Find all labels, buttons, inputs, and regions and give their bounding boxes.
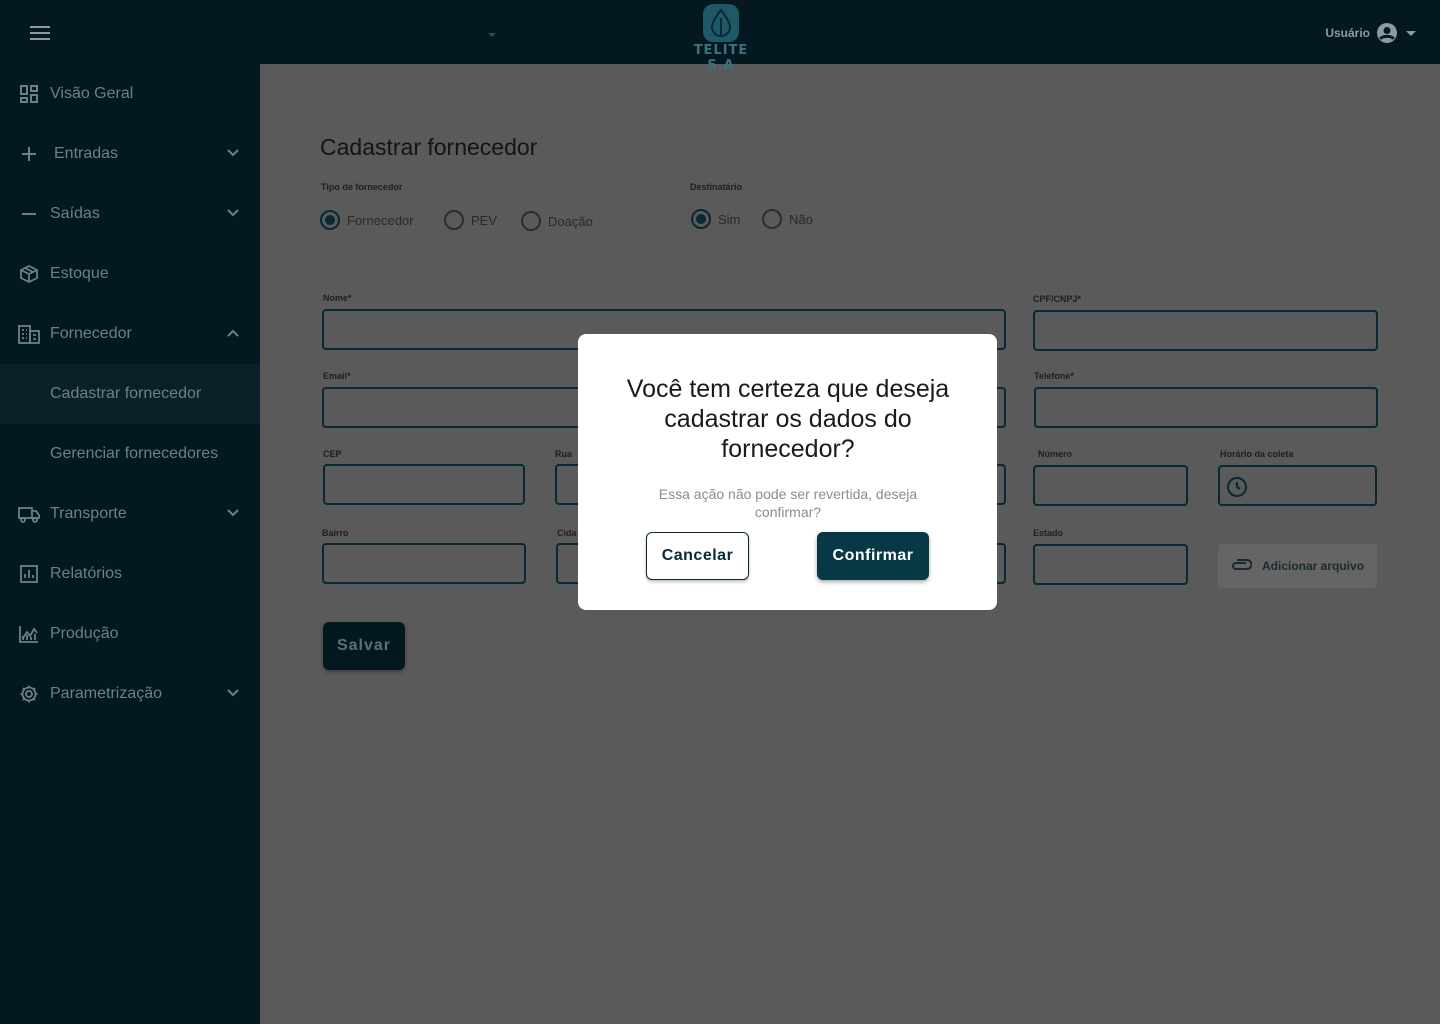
building-icon bbox=[18, 323, 40, 345]
confirm-dialog: Você tem certeza que deseja cadastrar os… bbox=[578, 334, 997, 610]
sidebar-subitem-gerenciar-fornecedores[interactable]: Gerenciar fornecedores bbox=[0, 424, 260, 484]
sidebar-item-fornecedor[interactable]: Fornecedor bbox=[0, 304, 260, 364]
sidebar-item-relatorios[interactable]: Relatórios bbox=[0, 544, 260, 604]
estado-label: Estado bbox=[1033, 528, 1064, 538]
sidebar-item-label: Fornecedor bbox=[50, 325, 132, 342]
telefone-label: Telefone* bbox=[1034, 371, 1074, 381]
radio-label: Fornecedor bbox=[347, 212, 414, 228]
sidebar-subitem-cadastrar-fornecedor[interactable]: Cadastrar fornecedor bbox=[0, 364, 260, 424]
brand-name: TELITE S.A bbox=[693, 43, 749, 73]
sidebar-item-visao-geral[interactable]: Visão Geral bbox=[0, 64, 260, 124]
radio-doacao[interactable]: Doação bbox=[521, 211, 593, 231]
radio-label: Doação bbox=[548, 213, 593, 229]
plus-icon bbox=[18, 143, 40, 165]
sidebar-item-label: Parametrização bbox=[50, 685, 163, 702]
bar-chart-icon bbox=[18, 563, 40, 585]
sidebar: Visão Geral Entradas Saídas Estoque Forn… bbox=[0, 64, 260, 1024]
destinatario-label: Destinatário bbox=[690, 182, 743, 192]
minus-icon bbox=[18, 203, 40, 225]
production-chart-icon bbox=[18, 623, 40, 645]
bairro-input[interactable] bbox=[322, 543, 526, 584]
radio-label: Não bbox=[789, 211, 813, 227]
radio-checked-icon bbox=[320, 210, 340, 230]
rua-label: Rua bbox=[555, 449, 573, 459]
sidebar-item-label: Produção bbox=[50, 625, 119, 642]
radio-fornecedor[interactable]: Fornecedor bbox=[320, 210, 413, 230]
gear-icon bbox=[18, 683, 40, 705]
hamburger-menu-icon[interactable] bbox=[28, 22, 52, 42]
account-circle-icon bbox=[1377, 23, 1397, 43]
clock-icon bbox=[1227, 477, 1247, 497]
chevron-down-icon bbox=[1406, 30, 1416, 36]
confirm-button[interactable]: Confirmar bbox=[817, 532, 929, 580]
radio-sim[interactable]: Sim bbox=[691, 209, 740, 229]
radio-checked-icon bbox=[691, 209, 711, 229]
radio-unchecked-icon bbox=[444, 210, 464, 230]
chevron-down-icon bbox=[227, 149, 239, 157]
sidebar-item-label: Entradas bbox=[54, 145, 119, 162]
add-file-button[interactable]: Adicionar arquivo bbox=[1218, 544, 1377, 588]
cpf-input[interactable] bbox=[1033, 310, 1378, 351]
horario-label: Horário da coleta bbox=[1220, 449, 1294, 459]
radio-unchecked-icon bbox=[521, 211, 541, 231]
logo: TELITE S.A bbox=[684, 4, 758, 73]
sidebar-item-label: Saídas bbox=[50, 205, 100, 222]
sidebar-item-label: Visão Geral bbox=[50, 85, 134, 102]
sidebar-item-parametrizacao[interactable]: Parametrização bbox=[0, 664, 260, 724]
tipo-fornecedor-label: Tipo de fornecedor bbox=[321, 182, 403, 192]
telefone-input[interactable] bbox=[1034, 387, 1378, 428]
page-title: Cadastrar fornecedor bbox=[320, 134, 538, 160]
radio-pev[interactable]: PEV bbox=[444, 210, 497, 230]
box-icon bbox=[18, 263, 40, 285]
dialog-title: Você tem certeza que deseja cadastrar os… bbox=[626, 375, 950, 463]
estado-input[interactable] bbox=[1033, 544, 1188, 585]
save-button[interactable]: Salvar bbox=[323, 622, 405, 670]
sidebar-item-saidas[interactable]: Saídas bbox=[0, 184, 260, 244]
numero-input[interactable] bbox=[1033, 465, 1188, 506]
cep-input[interactable] bbox=[323, 464, 525, 505]
sidebar-item-transporte[interactable]: Transporte bbox=[0, 484, 260, 544]
top-bar: TELITE S.A Usuário bbox=[0, 0, 1440, 73]
dashboard-icon bbox=[18, 83, 40, 105]
cep-label: CEP bbox=[323, 449, 342, 459]
nome-label: Nome* bbox=[323, 293, 352, 303]
cancel-button[interactable]: Cancelar bbox=[646, 532, 749, 580]
radio-label: Sim bbox=[718, 211, 741, 227]
chevron-down-icon bbox=[227, 209, 239, 217]
sidebar-item-label: Estoque bbox=[50, 265, 109, 282]
sidebar-item-label: Transporte bbox=[50, 505, 127, 522]
user-label: Usuário bbox=[1325, 26, 1370, 40]
email-label: Email* bbox=[323, 371, 351, 381]
dropdown-caret-icon[interactable] bbox=[488, 33, 496, 37]
sidebar-item-entradas[interactable]: Entradas bbox=[0, 124, 260, 184]
sidebar-item-label: Relatórios bbox=[50, 565, 123, 582]
sidebar-item-producao[interactable]: Produção bbox=[0, 604, 260, 664]
cpf-label: CPF/CNPJ* bbox=[1033, 294, 1082, 304]
sidebar-item-estoque[interactable]: Estoque bbox=[0, 244, 260, 304]
chevron-up-icon bbox=[227, 329, 239, 337]
cidade-label: Cida bbox=[557, 528, 577, 538]
radio-nao[interactable]: Não bbox=[762, 209, 813, 229]
sidebar-subitem-label: Cadastrar fornecedor bbox=[50, 385, 202, 402]
chevron-down-icon bbox=[227, 689, 239, 697]
add-file-label: Adicionar arquivo bbox=[1262, 559, 1365, 573]
numero-label: Número bbox=[1038, 449, 1073, 459]
user-menu[interactable]: Usuário bbox=[1325, 22, 1416, 44]
radio-label: PEV bbox=[471, 212, 498, 228]
leaf-drop-icon bbox=[703, 4, 739, 42]
bairro-label: Bairro bbox=[322, 528, 349, 538]
sidebar-subitem-label: Gerenciar fornecedores bbox=[50, 445, 219, 462]
chevron-down-icon bbox=[227, 509, 239, 517]
radio-unchecked-icon bbox=[762, 209, 782, 229]
truck-icon bbox=[18, 503, 40, 525]
paperclip-icon bbox=[1232, 559, 1252, 570]
dialog-message: Essa ação não pode ser revertida, deseja… bbox=[658, 486, 918, 520]
